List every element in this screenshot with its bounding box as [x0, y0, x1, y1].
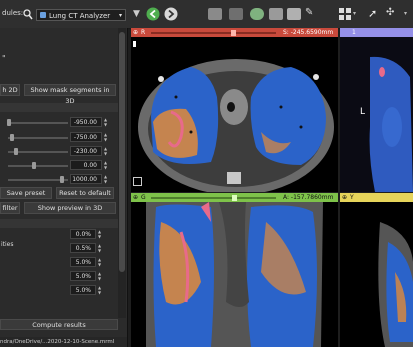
filter-button[interactable]: filter — [0, 202, 20, 214]
save-preset-button[interactable]: Save preset — [0, 187, 52, 199]
slider-handle-2[interactable] — [10, 134, 14, 141]
show-mask-3d-button[interactable]: Show mask segments in 3D — [24, 84, 116, 105]
axial-ct-image — [138, 59, 334, 192]
threshold-field-3[interactable]: -230.00 — [70, 146, 102, 156]
section-divider — [0, 103, 118, 112]
green-viewer-letter: G — [141, 194, 146, 201]
percent-field-3[interactable]: 5.0% — [70, 257, 96, 267]
3d-lung-render — [369, 56, 413, 192]
pushpin-icon[interactable]: ⊕ — [133, 29, 138, 36]
compute-results-button[interactable]: Compute results — [0, 319, 118, 330]
module-selector[interactable]: Lung CT Analyzer ▾ — [36, 9, 126, 21]
scrollbar-thumb[interactable] — [119, 32, 125, 272]
section-divider-2 — [0, 219, 118, 228]
green-slice-slider[interactable] — [151, 197, 276, 199]
filter-label: filter — [2, 204, 18, 212]
volume-icon[interactable] — [269, 8, 283, 20]
chevron-down-icon: ▾ — [118, 12, 122, 19]
yellow-viewer-letter: Y — [350, 194, 354, 201]
search-icon[interactable] — [23, 8, 33, 22]
threshold-field-5[interactable]: 1000.00 — [70, 174, 102, 184]
compute-results-label: Compute results — [32, 321, 86, 329]
show-preview-3d-button[interactable]: Show preview in 3D — [24, 202, 116, 214]
section-title: ities — [1, 241, 14, 248]
green-slice-viewer[interactable] — [131, 202, 338, 347]
green-slice-position: A: -157.7860mm — [283, 194, 334, 201]
layout-icon[interactable] — [208, 8, 222, 20]
3d-viewer-header[interactable] — [340, 28, 413, 37]
green-slider-handle[interactable] — [232, 195, 237, 201]
slider-handle-1[interactable] — [7, 119, 11, 126]
spin-arrows-icon[interactable]: ▲ ▼ — [104, 132, 109, 142]
slider-handle-5[interactable] — [60, 176, 64, 183]
coronal-ct-image — [146, 202, 323, 347]
spin-arrows-icon[interactable]: ▲ ▼ — [98, 257, 103, 267]
red-viewer-letter: R — [141, 29, 146, 36]
vertical-scrollbar[interactable] — [118, 28, 126, 318]
spin-arrows-icon[interactable]: ▲ ▼ — [98, 285, 103, 295]
percent-field-2[interactable]: 0.5% — [70, 243, 96, 253]
show-2d-button[interactable]: h 2D — [0, 84, 20, 96]
orientation-label: L — [360, 107, 366, 117]
spin-arrows-icon[interactable]: ▲ ▼ — [98, 229, 103, 239]
spin-arrows-icon[interactable]: ▲ ▼ — [98, 243, 103, 253]
3d-viewer[interactable]: L — [340, 37, 413, 192]
reset-default-label: Reset to default — [59, 189, 111, 197]
dropdown-arrow-icon[interactable]: ▾ — [353, 10, 356, 17]
threshold-field-4[interactable]: 0.00 — [70, 160, 102, 170]
main-toolbar: dules: Lung CT Analyzer ▾ ▼ ✎ ▾ ➚ ✣ ▾ — [0, 0, 413, 29]
back-arrow-icon[interactable] — [146, 7, 160, 23]
cube-icon[interactable] — [229, 8, 243, 20]
grid-layout-icon[interactable] — [339, 8, 351, 22]
spin-arrows-icon[interactable]: ▲ ▼ — [104, 146, 109, 156]
percent-field-4[interactable]: 5.0% — [70, 271, 96, 281]
modules-label: dules: — [2, 9, 24, 17]
spin-arrows-icon[interactable]: ▲ ▼ — [104, 160, 109, 170]
model-icon[interactable] — [250, 8, 264, 20]
sagittal-ct-image — [378, 222, 413, 347]
yellow-slice-viewer[interactable] — [340, 202, 413, 347]
dicom-icon[interactable] — [287, 8, 301, 20]
red-slice-viewer[interactable] — [131, 37, 338, 192]
pushpin-icon[interactable]: ⊕ — [133, 194, 138, 201]
3d-viewer-number: 1 — [352, 29, 356, 36]
pencil-icon[interactable]: ✎ — [305, 7, 313, 18]
spin-arrows-icon[interactable]: ▲ ▼ — [98, 271, 103, 281]
threshold-field-2[interactable]: -750.00 — [70, 132, 102, 142]
cursor-arrow-icon[interactable]: ➚ — [368, 7, 377, 20]
threshold-slider-1[interactable] — [8, 122, 68, 124]
crosshair-icon[interactable]: ✣ — [386, 7, 394, 18]
threshold-slider-4[interactable] — [8, 165, 68, 167]
save-preset-label: Save preset — [6, 189, 46, 197]
threshold-slider-5[interactable] — [8, 179, 68, 181]
module-selector-value: Lung CT Analyzer — [49, 12, 111, 20]
slider-handle-3[interactable] — [14, 148, 18, 155]
forward-arrow-icon[interactable] — [164, 7, 178, 23]
red-slice-slider[interactable] — [151, 32, 276, 34]
spin-arrows-icon[interactable]: ▲ ▼ — [104, 117, 109, 127]
box-icon[interactable] — [133, 177, 142, 186]
reset-default-button[interactable]: Reset to default — [56, 187, 114, 199]
percent-field-5[interactable]: 5.0% — [70, 285, 96, 295]
percent-field-1[interactable]: 0.0% — [70, 229, 96, 239]
threshold-slider-2[interactable] — [8, 137, 68, 139]
module-panel: " h 2D Show mask segments in 3D -950.00 … — [0, 28, 128, 347]
show-2d-label: h 2D — [2, 86, 18, 94]
spin-arrows-icon[interactable]: ▲ ▼ — [104, 174, 109, 184]
red-slider-handle[interactable] — [231, 30, 236, 36]
dropdown-arrow-icon-2[interactable]: ▾ — [404, 10, 407, 17]
slider-handle-4[interactable] — [32, 162, 36, 169]
status-bar: ndra/OneDrive/...2020-12-10-Scene.mrml — [0, 337, 127, 347]
red-slice-position: S: -245.6590mm — [283, 29, 334, 36]
pushpin-icon[interactable]: ⊕ — [342, 194, 347, 201]
pin-icon[interactable] — [133, 41, 136, 47]
threshold-field-1[interactable]: -950.00 — [70, 117, 102, 127]
history-icon[interactable]: ▼ — [133, 9, 140, 19]
module-icon — [40, 12, 46, 18]
scene-path: ndra/OneDrive/...2020-12-10-Scene.mrml — [0, 339, 115, 345]
collapse-indicator: " — [2, 54, 6, 63]
show-preview-3d-label: Show preview in 3D — [37, 204, 103, 212]
